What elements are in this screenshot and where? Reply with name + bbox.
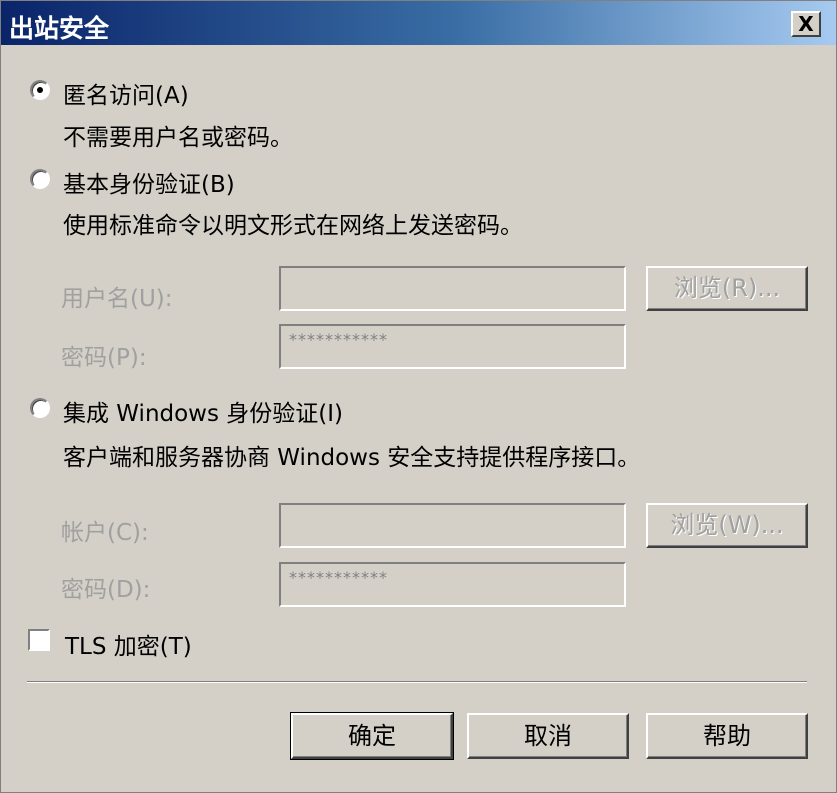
basic-auth-label[interactable]: 基本身份验证(B) (63, 165, 235, 199)
close-button[interactable]: X (791, 11, 821, 37)
basic-auth-radio[interactable] (30, 169, 50, 189)
username-field[interactable] (279, 266, 626, 311)
basic-password-field[interactable]: *********** (279, 324, 626, 369)
anonymous-label[interactable]: 匿名访问(A) (63, 76, 189, 110)
windows-auth-description: 客户端和服务器协商 Windows 安全支持提供程序接口。 (63, 445, 641, 471)
anonymous-radio[interactable] (30, 80, 50, 100)
anonymous-description: 不需要用户名或密码。 (63, 125, 293, 151)
account-label: 帐户(C): (61, 520, 149, 546)
cancel-button[interactable]: 取消 (467, 713, 629, 759)
browse-account-button[interactable]: 浏览(W)... (646, 503, 808, 548)
windows-auth-label[interactable]: 集成 Windows 身份验证(I) (63, 394, 343, 428)
account-field[interactable] (279, 503, 626, 548)
tls-label[interactable]: TLS 加密(T) (65, 627, 192, 661)
help-button[interactable]: 帮助 (646, 713, 808, 759)
windows-auth-radio[interactable] (30, 398, 50, 418)
ok-button[interactable]: 确定 (290, 712, 454, 760)
title-bar: 出站安全 X (1, 1, 836, 45)
basic-password-label: 密码(P): (61, 345, 147, 371)
browse-user-button[interactable]: 浏览(R)... (646, 266, 808, 311)
windows-password-label: 密码(D): (61, 577, 151, 603)
dialog-title: 出站安全 (9, 14, 110, 43)
basic-auth-description: 使用标准命令以明文形式在网络上发送密码。 (63, 213, 523, 239)
windows-password-field[interactable]: *********** (279, 562, 626, 607)
radio-selected-dot (37, 87, 43, 93)
outbound-security-dialog: 出站安全 X 匿名访问(A) 不需要用户名或密码。 基本身份验证(B) 使用标准… (0, 0, 837, 793)
separator (27, 681, 807, 683)
username-label: 用户名(U): (61, 286, 173, 312)
tls-checkbox[interactable] (28, 629, 50, 651)
close-icon: X (798, 12, 814, 36)
